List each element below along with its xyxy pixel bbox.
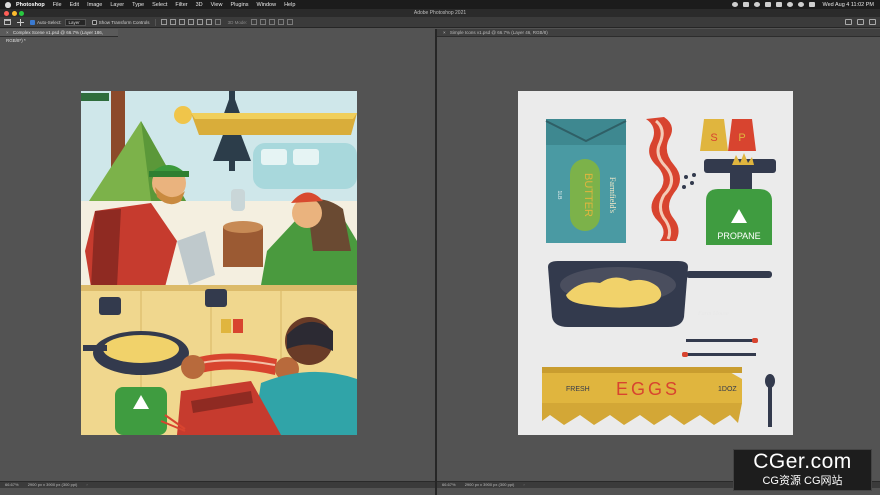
complex-scene-canvas[interactable] (81, 91, 357, 435)
creative-cloud-icon[interactable] (742, 2, 749, 7)
align-left-icon[interactable] (160, 19, 167, 25)
pepper-letter: P (738, 132, 745, 144)
show-transform-checkbox[interactable] (91, 19, 97, 25)
propane-stove-icon: PROPANE (704, 153, 776, 245)
drag-3d-icon[interactable] (269, 19, 276, 25)
right-doc-dimensions: 2900 px x 3900 px (300 ppi) (464, 482, 515, 487)
share-icon[interactable] (869, 19, 876, 25)
auto-select-dropdown[interactable]: Layer (64, 18, 86, 26)
align-bottom-icon[interactable] (205, 19, 212, 25)
right-document-pane: × Simple Icons v1.psd @ 66.7% (Layer 46,… (437, 29, 880, 488)
align-middle-icon[interactable] (196, 19, 203, 25)
spotlight-search-icon[interactable] (797, 2, 804, 7)
slide-3d-icon[interactable] (278, 19, 285, 25)
menu-plugins[interactable]: Plugins (230, 2, 248, 8)
salt-letter: S (710, 132, 717, 144)
menu-bar: Photoshop File Edit Image Layer Type Sel… (0, 0, 880, 9)
eggs-label: EGGS (616, 379, 680, 399)
move-tool-icon[interactable] (17, 18, 24, 26)
options-right-group (845, 19, 876, 25)
menu-clock[interactable]: Wed Aug 4 11:02 PM (823, 2, 874, 8)
auto-select-checkbox[interactable] (30, 19, 35, 25)
salt-shaker-icon: S (700, 119, 728, 151)
menu-image[interactable]: Image (87, 2, 102, 8)
rotate-3d-icon[interactable] (251, 19, 258, 25)
left-status-bar: 66.67% 2900 px x 3900 px (300 ppi) › (0, 481, 435, 488)
mode-3d-label: 3D Mode: (227, 19, 248, 25)
menu-select[interactable]: Select (152, 2, 167, 8)
options-separator (154, 18, 156, 26)
window-title-bar: Adobe Photoshop 2021 (0, 9, 880, 17)
butter-weight: 1LB (556, 191, 562, 201)
menu-view[interactable]: View (211, 2, 223, 8)
right-zoom-value[interactable]: 66.67% (442, 482, 456, 487)
left-document-tab[interactable]: × Complex Scene v1.psd @ 66.7% (Layer 18… (0, 29, 118, 43)
apple-icon[interactable] (5, 1, 11, 8)
align-right-icon[interactable] (178, 19, 185, 25)
auto-select-label: Auto-Select: (37, 19, 62, 25)
watermark-line2: CG资源 CG网站 (762, 475, 843, 487)
window-title: Adobe Photoshop 2021 (413, 10, 467, 16)
align-top-icon[interactable] (187, 19, 194, 25)
simple-icons-canvas[interactable]: BUTTER Farmfield's 1LB S P PROPANE Farm … (518, 91, 793, 435)
user-status-icon[interactable] (753, 2, 760, 7)
status-menu-area: Wed Aug 4 11:02 PM (731, 0, 874, 9)
eggs-qty: 1DOZ (718, 386, 737, 393)
butter-label: BUTTER (582, 173, 594, 217)
battery-icon[interactable] (775, 2, 782, 7)
left-zoom-value[interactable]: 66.67% (5, 482, 19, 487)
menu-window[interactable]: Window (257, 2, 277, 8)
control-center-icon[interactable] (808, 2, 815, 7)
menu-type[interactable]: Type (132, 2, 144, 8)
right-document-tab-label: Simple Icons v1.psd @ 66.7% (Layer 46, R… (449, 30, 548, 35)
left-status-chevron-icon[interactable]: › (86, 482, 87, 487)
menu-edit[interactable]: Edit (70, 2, 79, 8)
close-tab-icon[interactable]: × (443, 30, 446, 35)
eggs-fresh: FRESH (566, 386, 590, 393)
egg-carton-icon: FRESH EGGS 1DOZ (542, 367, 748, 425)
menu-layer[interactable]: Layer (110, 2, 124, 8)
propane-label: PROPANE (717, 231, 760, 241)
butter-brand: Farmfield's (608, 177, 617, 213)
workspace-icon[interactable] (857, 19, 864, 25)
close-tab-icon[interactable]: × (6, 30, 9, 35)
more-options-icon[interactable] (214, 19, 221, 25)
menu-filter[interactable]: Filter (175, 2, 187, 8)
left-doc-dimensions: 2900 px x 3900 px (300 ppi) (27, 482, 78, 487)
scale-3d-icon[interactable] (287, 19, 294, 25)
roll-3d-icon[interactable] (260, 19, 267, 25)
left-document-pane: × Complex Scene v1.psd @ 66.7% (Layer 18… (0, 29, 435, 488)
show-transform-label: Show Transform Controls (98, 19, 150, 25)
menu-file[interactable]: File (53, 2, 62, 8)
right-status-chevron-icon[interactable]: › (523, 482, 524, 487)
simple-icons-illustration: BUTTER Farmfield's 1LB S P PROPANE Farm … (518, 91, 793, 435)
record-status-icon[interactable] (731, 2, 738, 7)
tool-options-bar: Auto-Select: Layer Show Transform Contro… (0, 17, 880, 28)
menu-help[interactable]: Help (284, 2, 295, 8)
right-document-tab[interactable]: × Simple Icons v1.psd @ 66.7% (Layer 46,… (437, 29, 880, 37)
app-name-menu[interactable]: Photoshop (16, 2, 45, 8)
complex-scene-illustration (81, 91, 357, 435)
search-icon[interactable] (845, 19, 852, 25)
wifi-icon[interactable] (786, 2, 793, 7)
watermark-line1: CGer.com (753, 450, 852, 473)
home-icon[interactable] (4, 19, 11, 25)
butter-carton-icon: BUTTER Farmfield's 1LB (545, 119, 627, 243)
camera-status-icon[interactable] (764, 2, 771, 7)
left-document-tab-label: Complex Scene v1.psd @ 66.7% (Layer 186,… (6, 30, 104, 43)
pepper-shaker-icon: P (728, 119, 756, 151)
watermark-logo: CGer.com CG资源 CG网站 (733, 449, 872, 491)
align-center-icon[interactable] (169, 19, 176, 25)
pan-brand: Farm Mouse (697, 311, 729, 317)
menu-3d[interactable]: 3D (196, 2, 203, 8)
